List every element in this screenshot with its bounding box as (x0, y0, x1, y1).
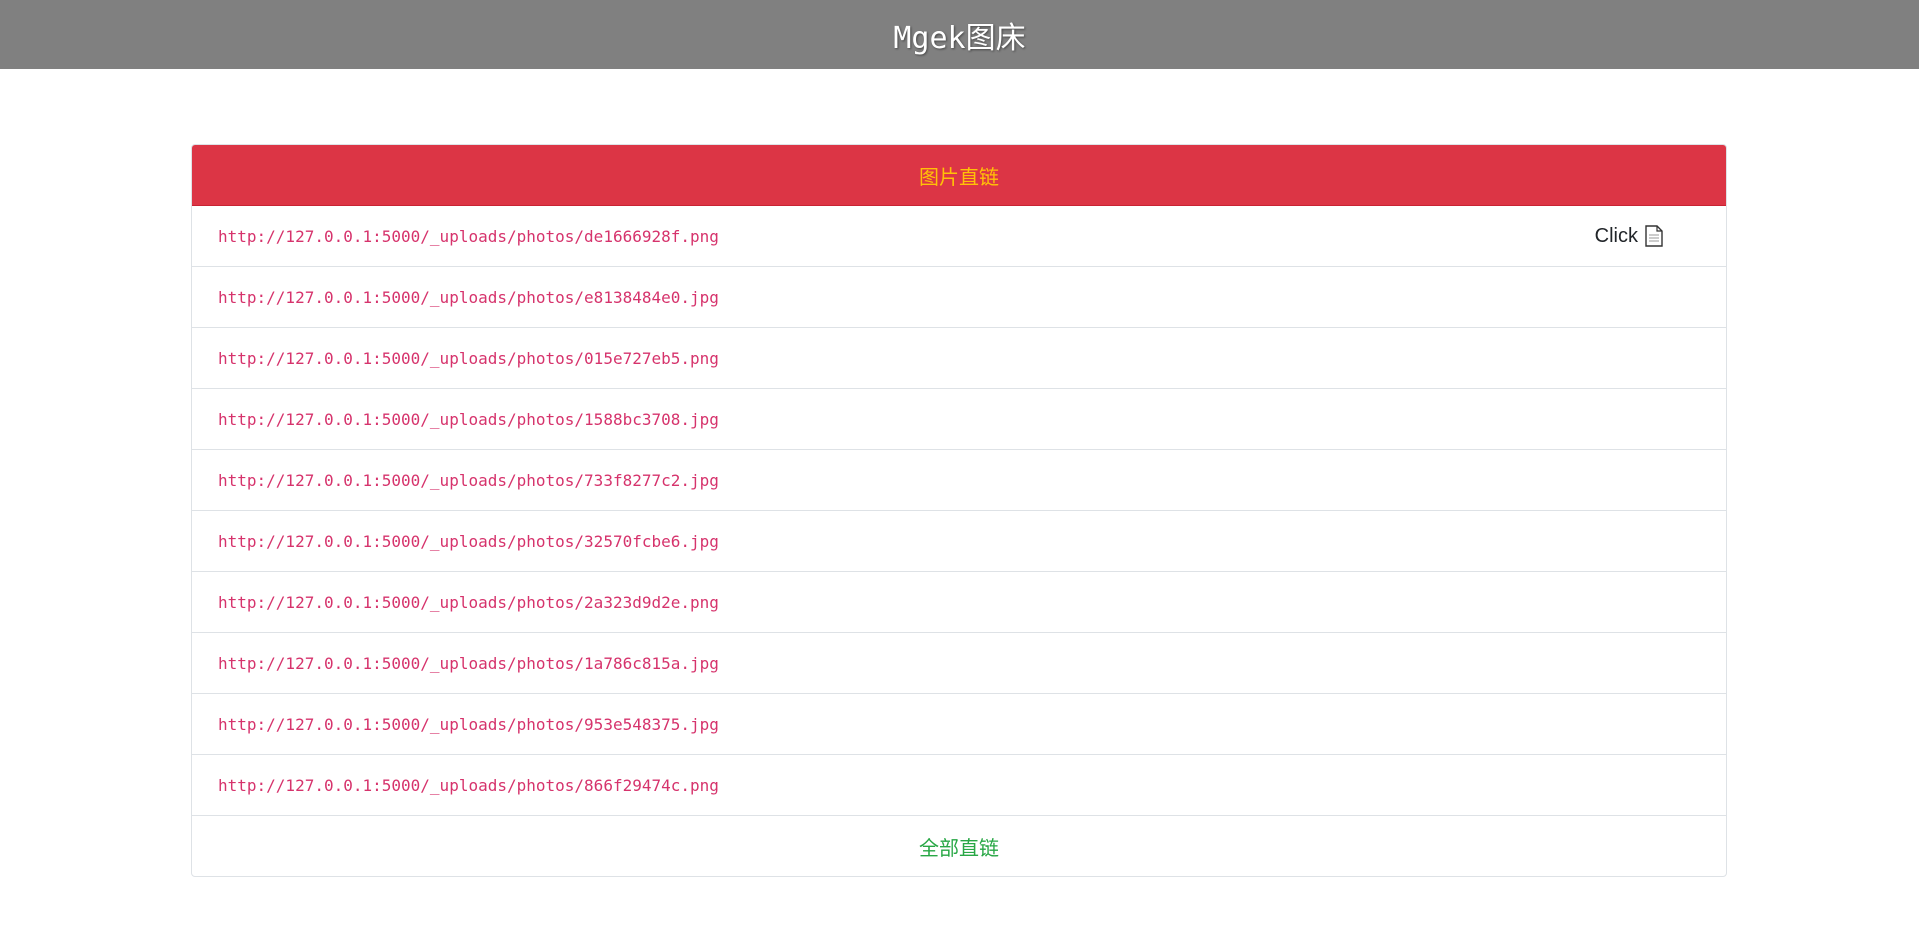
image-link[interactable]: http://127.0.0.1:5000/_uploads/photos/86… (218, 776, 719, 795)
panel-header: 图片直链 (192, 145, 1726, 206)
link-row: http://127.0.0.1:5000/_uploads/photos/2a… (192, 572, 1726, 633)
image-link[interactable]: http://127.0.0.1:5000/_uploads/photos/e8… (218, 288, 719, 307)
image-link[interactable]: http://127.0.0.1:5000/_uploads/photos/01… (218, 349, 719, 368)
link-row: http://127.0.0.1:5000/_uploads/photos/32… (192, 511, 1726, 572)
image-link[interactable]: http://127.0.0.1:5000/_uploads/photos/32… (218, 532, 719, 551)
image-link[interactable]: http://127.0.0.1:5000/_uploads/photos/2a… (218, 593, 719, 612)
link-row: http://127.0.0.1:5000/_uploads/photos/1a… (192, 633, 1726, 694)
image-link[interactable]: http://127.0.0.1:5000/_uploads/photos/de… (218, 227, 719, 246)
top-navbar: Mgek图床 (0, 0, 1919, 69)
copy-button-label: Click (1594, 224, 1638, 247)
link-row: http://127.0.0.1:5000/_uploads/photos/e8… (192, 267, 1726, 328)
link-row: http://127.0.0.1:5000/_uploads/photos/73… (192, 450, 1726, 511)
link-row: http://127.0.0.1:5000/_uploads/photos/de… (192, 206, 1726, 267)
copy-button[interactable]: Click (1595, 225, 1664, 248)
image-link[interactable]: http://127.0.0.1:5000/_uploads/photos/95… (218, 715, 719, 734)
link-row: http://127.0.0.1:5000/_uploads/photos/01… (192, 328, 1726, 389)
link-row: http://127.0.0.1:5000/_uploads/photos/95… (192, 694, 1726, 755)
link-row: http://127.0.0.1:5000/_uploads/photos/86… (192, 755, 1726, 816)
image-link[interactable]: http://127.0.0.1:5000/_uploads/photos/15… (218, 410, 719, 429)
links-panel: 图片直链 http://127.0.0.1:5000/_uploads/phot… (191, 144, 1727, 877)
document-icon (1645, 225, 1663, 247)
image-link[interactable]: http://127.0.0.1:5000/_uploads/photos/1a… (218, 654, 719, 673)
link-row: http://127.0.0.1:5000/_uploads/photos/15… (192, 389, 1726, 450)
site-title[interactable]: Mgek图床 (893, 13, 1025, 57)
all-links-button[interactable]: 全部直链 (192, 816, 1726, 876)
image-link[interactable]: http://127.0.0.1:5000/_uploads/photos/73… (218, 471, 719, 490)
